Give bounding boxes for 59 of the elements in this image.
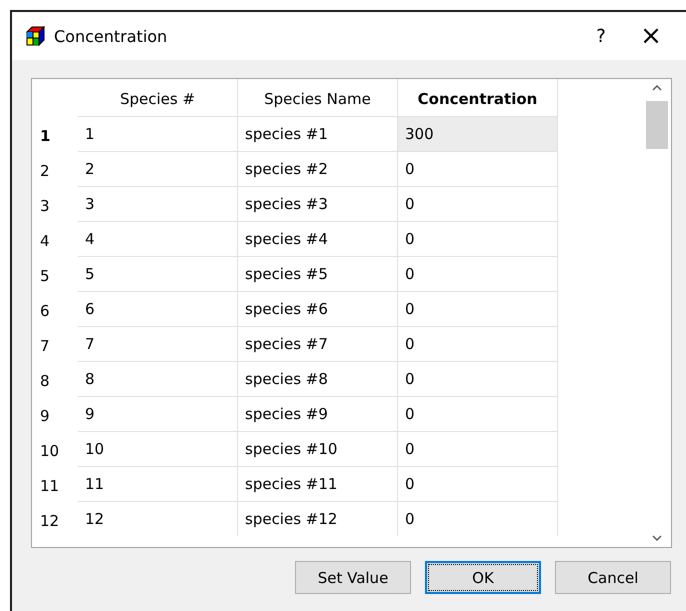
dialog-button[interactable]: OK: [425, 561, 541, 594]
table-cell[interactable]: 2: [78, 151, 238, 186]
table-cell[interactable]: 0: [398, 221, 558, 256]
table-cell[interactable]: species #5: [238, 256, 398, 291]
row-header[interactable]: 8: [32, 361, 78, 396]
row-header[interactable]: 3: [32, 186, 78, 221]
table-cell[interactable]: species #7: [238, 326, 398, 361]
table-cell[interactable]: 10: [78, 431, 238, 466]
table-cell[interactable]: 0: [398, 291, 558, 326]
table-cell[interactable]: species #2: [238, 151, 398, 186]
table-cell[interactable]: 0: [398, 256, 558, 291]
table-cell[interactable]: species #11: [238, 466, 398, 501]
row-header[interactable]: 4: [32, 221, 78, 256]
table-cell[interactable]: 1: [78, 116, 238, 151]
scroll-down-icon[interactable]: [652, 535, 662, 541]
row-header[interactable]: 5: [32, 256, 78, 291]
window-title: Concentration: [54, 26, 168, 46]
table-cell[interactable]: 300: [398, 116, 558, 151]
scroll-up-icon[interactable]: [652, 85, 662, 91]
row-header[interactable]: 9: [32, 396, 78, 431]
table-cell[interactable]: 0: [398, 501, 558, 536]
row-header[interactable]: 1: [32, 116, 78, 151]
close-button[interactable]: ×: [626, 21, 676, 51]
table-cell[interactable]: 6: [78, 291, 238, 326]
table-cell[interactable]: 5: [78, 256, 238, 291]
column-header[interactable]: Species #: [78, 79, 238, 116]
table-cell[interactable]: species #10: [238, 431, 398, 466]
table-cell[interactable]: 0: [398, 466, 558, 501]
table-cell[interactable]: 11: [78, 466, 238, 501]
table-cell[interactable]: 8: [78, 361, 238, 396]
table-cell[interactable]: 9: [78, 396, 238, 431]
scroll-thumb[interactable]: [646, 101, 668, 149]
table-cell[interactable]: species #9: [238, 396, 398, 431]
dialog-button[interactable]: Cancel: [555, 561, 671, 594]
table-cell[interactable]: 12: [78, 501, 238, 536]
help-button[interactable]: ?: [576, 26, 626, 46]
row-header[interactable]: 11: [32, 466, 78, 501]
row-header[interactable]: 7: [32, 326, 78, 361]
table-cell[interactable]: species #3: [238, 186, 398, 221]
table-cell[interactable]: 0: [398, 151, 558, 186]
table-cell[interactable]: 0: [398, 326, 558, 361]
table-cell[interactable]: 3: [78, 186, 238, 221]
row-header[interactable]: 6: [32, 291, 78, 326]
table-cell[interactable]: 0: [398, 361, 558, 396]
column-header[interactable]: Species Name: [238, 79, 398, 116]
table-cell[interactable]: species #8: [238, 361, 398, 396]
row-header[interactable]: 10: [32, 431, 78, 466]
table-cell[interactable]: 7: [78, 326, 238, 361]
cube-icon: [25, 26, 45, 46]
dialog-button[interactable]: Set Value: [295, 561, 411, 594]
table-cell[interactable]: 0: [398, 186, 558, 221]
table-cell[interactable]: 4: [78, 221, 238, 256]
row-header[interactable]: 12: [32, 501, 78, 536]
table-cell[interactable]: species #12: [238, 501, 398, 536]
table-cell[interactable]: species #4: [238, 221, 398, 256]
row-header[interactable]: 2: [32, 151, 78, 186]
table-cell[interactable]: 0: [398, 396, 558, 431]
table-cell[interactable]: species #6: [238, 291, 398, 326]
table-cell[interactable]: 0: [398, 431, 558, 466]
